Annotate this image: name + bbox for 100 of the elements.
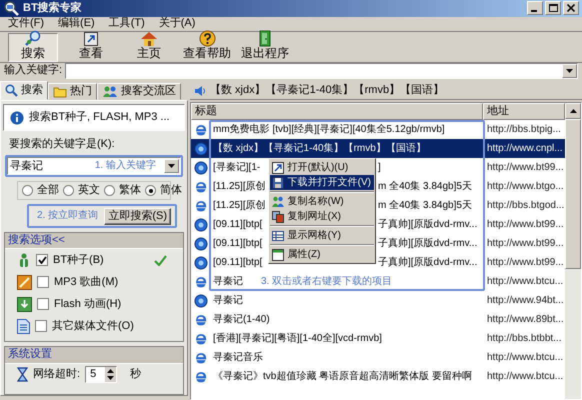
field-value: 寻秦记 bbox=[10, 160, 43, 173]
menu-item[interactable]: 文件(F) bbox=[8, 17, 44, 30]
globe-icon bbox=[194, 218, 208, 232]
option-label: 其它媒体文件(O) bbox=[52, 320, 134, 333]
column-header[interactable]: 地址 bbox=[483, 103, 565, 120]
group-header: 系统设置 bbox=[5, 347, 183, 364]
row-title[interactable]: 寻秦记音乐 bbox=[213, 352, 263, 364]
keyword-combo[interactable]: 寻秦记 1. 输入关键字 bbox=[7, 157, 181, 176]
open-icon bbox=[272, 162, 284, 174]
globe-icon bbox=[194, 256, 208, 270]
row-url: http://www.94bt... bbox=[486, 294, 565, 306]
menu-item[interactable]: 打开(默认)(U) bbox=[270, 160, 374, 175]
radio-button[interactable] bbox=[63, 185, 74, 196]
row-url: http://bbs.btgod... bbox=[486, 200, 565, 212]
row-title[interactable]: [11.25][原创 bbox=[213, 180, 266, 192]
row-title: 子真帅][原版dvd-rmv... bbox=[378, 256, 478, 268]
app-icon bbox=[3, 0, 19, 16]
scroll-thumb[interactable] bbox=[565, 119, 581, 269]
menu-item[interactable]: 关于(A) bbox=[158, 17, 196, 30]
radio-button[interactable] bbox=[22, 185, 33, 196]
checkbox[interactable] bbox=[36, 254, 48, 266]
search-button[interactable]: 立即搜索(S) bbox=[104, 208, 171, 225]
row-title[interactable]: mm免费电影 [tvb][经典][寻秦记][40集全5.12gb/rmvb] bbox=[213, 124, 445, 136]
maximize-button[interactable] bbox=[545, 1, 561, 16]
radio-button[interactable] bbox=[145, 185, 156, 196]
row-url: http://www.bt99... bbox=[486, 162, 565, 174]
toolbar-button[interactable]: 主页 bbox=[124, 32, 174, 62]
row-title[interactable]: 寻秦记 bbox=[213, 276, 243, 288]
row-title[interactable]: 寻秦记(1-40) bbox=[213, 314, 270, 326]
field-label: 输入关键字: bbox=[4, 64, 62, 78]
tab[interactable]: 搜索 bbox=[0, 81, 48, 100]
radio-button[interactable] bbox=[104, 185, 115, 196]
radio-label: 全部 bbox=[37, 184, 59, 198]
toolbar-button[interactable]: 查看帮助 bbox=[182, 32, 232, 62]
row-url: http://www.bt99... bbox=[486, 256, 565, 268]
row-title[interactable]: [香港][寻秦记][粤语][1-40全][vcd-rmvb] bbox=[213, 332, 382, 344]
row-url: http://www.bt99... bbox=[486, 218, 565, 230]
spin-arrows-icon[interactable] bbox=[105, 367, 116, 382]
annotation-text: 2. 按立即查询 bbox=[37, 210, 98, 222]
field-label: 要搜索的关键字是(K): bbox=[8, 138, 116, 152]
row-title[interactable]: [09.11][btp[ bbox=[213, 218, 266, 230]
row-title[interactable]: [09.11][btp[ bbox=[213, 256, 266, 268]
tab[interactable]: 搜客交流区 bbox=[97, 83, 181, 100]
timeout-spinner[interactable]: 5 bbox=[85, 366, 118, 384]
tab[interactable]: 热门 bbox=[48, 83, 97, 100]
current-title: 【数 xjdx】【寻秦记1-40集】【rmvb】【国语】 bbox=[210, 84, 444, 98]
close-button[interactable] bbox=[563, 1, 579, 16]
row-title[interactable]: 【数 xjdx】【寻秦记1-40集】【rmvb】【国语】 bbox=[213, 142, 426, 154]
toolbar-button[interactable]: 退出程序 bbox=[240, 32, 290, 62]
row-url: http://www.btgo... bbox=[486, 180, 565, 192]
group-header[interactable]: 搜索选项<< bbox=[5, 233, 183, 250]
column-header[interactable]: 标题 bbox=[191, 103, 483, 120]
dropdown-button[interactable] bbox=[164, 159, 179, 174]
globe-icon bbox=[194, 236, 208, 250]
annotation-text: 3. 双击或者右键要下载的项目 bbox=[261, 276, 392, 288]
checkbox[interactable] bbox=[37, 298, 49, 310]
speaker-icon bbox=[194, 85, 206, 97]
browser-icon bbox=[194, 198, 208, 212]
keyword-field[interactable] bbox=[65, 63, 578, 79]
scroll-up-button[interactable] bbox=[565, 103, 581, 119]
browser-icon bbox=[194, 370, 208, 384]
grid-icon bbox=[272, 230, 284, 242]
option-label: Flash 动画(H) bbox=[54, 298, 122, 311]
menu-item[interactable]: 编辑(E) bbox=[58, 17, 95, 30]
minimize-button[interactable] bbox=[527, 1, 543, 16]
menu-item[interactable]: 复制名称(W) bbox=[270, 194, 374, 209]
scrollbar[interactable] bbox=[565, 103, 581, 399]
menu-item[interactable]: 复制网址(X) bbox=[270, 209, 374, 224]
annotation-text: 1. 输入关键字 bbox=[94, 160, 156, 172]
folder-icon bbox=[53, 86, 67, 98]
browser-icon bbox=[194, 350, 208, 364]
row-url: http://www.btcu... bbox=[486, 370, 564, 382]
row-title[interactable]: [11.25][原创 bbox=[213, 200, 266, 212]
browser-icon bbox=[194, 180, 208, 194]
maximize-icon bbox=[548, 4, 558, 12]
row-title[interactable]: [寻秦记][1- bbox=[213, 162, 266, 174]
menu-item[interactable]: 工具(T) bbox=[108, 17, 145, 30]
people-icon bbox=[272, 196, 284, 208]
figure-icon bbox=[17, 252, 31, 268]
save-icon bbox=[272, 176, 284, 188]
download-icon bbox=[17, 296, 32, 312]
help-icon bbox=[198, 30, 216, 48]
home-icon bbox=[140, 31, 158, 48]
row-title[interactable]: 《寻秦记》tvb超值珍藏 粤语原音超高清晰繁体版 要留种啊 bbox=[213, 370, 472, 382]
option-label: MP3 歌曲(M) bbox=[54, 276, 118, 289]
window-title: BT搜索专家 bbox=[23, 2, 82, 15]
menu-item[interactable]: 属性(Z) bbox=[270, 247, 374, 262]
menu-item[interactable]: 显示网格(Y) bbox=[270, 228, 374, 243]
search-icon bbox=[5, 84, 18, 97]
row-title[interactable]: 寻秦记 bbox=[213, 294, 243, 306]
radio-label: 繁体 bbox=[119, 184, 141, 198]
row-title[interactable]: [09.11][btp[ bbox=[213, 238, 266, 250]
row-url: http://www.bt99... bbox=[486, 238, 565, 250]
dropdown-button[interactable] bbox=[562, 64, 577, 78]
checkbox[interactable] bbox=[37, 276, 49, 288]
checkbox[interactable] bbox=[35, 320, 47, 332]
toolbar-button[interactable]: 查看 bbox=[66, 32, 116, 62]
toolbar-button[interactable]: 搜索 bbox=[8, 32, 58, 62]
menu-item[interactable]: 下载并打开文件(V) bbox=[270, 175, 374, 190]
globe-icon bbox=[194, 160, 208, 174]
